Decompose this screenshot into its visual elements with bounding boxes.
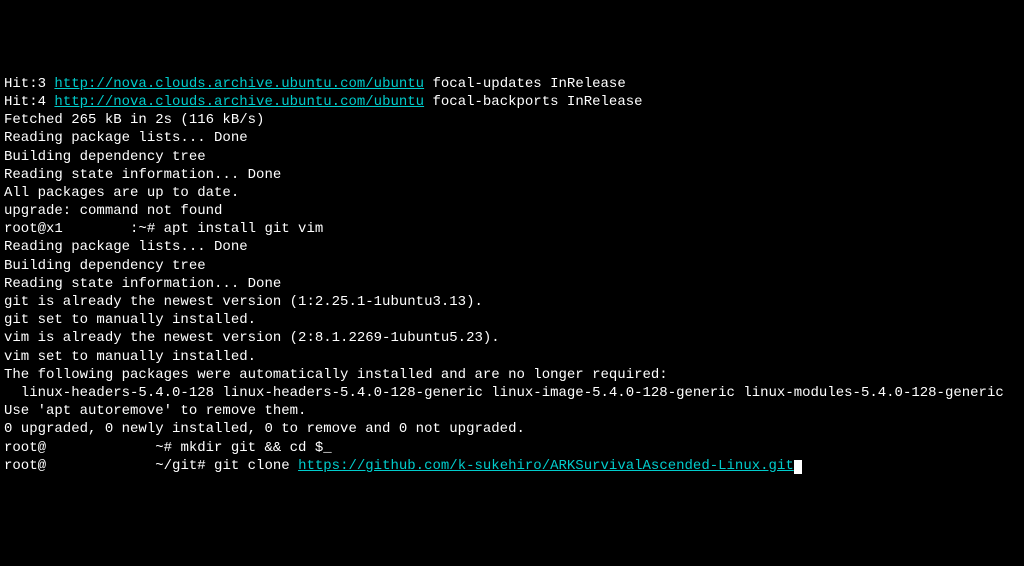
output-line: All packages are up to date. (4, 184, 1020, 202)
prompt-user-host: root@x1 (4, 221, 63, 237)
prompt-user-host: root@ (4, 440, 46, 456)
command-text: :~# apt install git vim (130, 221, 323, 237)
text: Hit:3 (4, 76, 54, 92)
output-line: upgrade: command not found (4, 202, 1020, 220)
output-line: The following packages were automaticall… (4, 366, 1020, 384)
redacted-hostname (46, 457, 155, 475)
output-line: Building dependency tree (4, 257, 1020, 275)
output-line: linux-headers-5.4.0-128 linux-headers-5.… (4, 384, 1020, 402)
output-line: Reading state information... Done (4, 275, 1020, 293)
output-line: 0 upgraded, 0 newly installed, 0 to remo… (4, 420, 1020, 438)
output-line: Hit:3 http://nova.clouds.archive.ubuntu.… (4, 75, 1020, 93)
text: Hit:4 (4, 94, 54, 110)
output-line: Reading package lists... Done (4, 129, 1020, 147)
terminal-output[interactable]: Hit:3 http://nova.clouds.archive.ubuntu.… (4, 75, 1020, 475)
prompt-line: root@ ~# mkdir git && cd $_ (4, 439, 1020, 457)
output-line: Building dependency tree (4, 148, 1020, 166)
text: focal-updates InRelease (424, 76, 626, 92)
prompt-user-host: root@ (4, 458, 46, 474)
output-line: Reading state information... Done (4, 166, 1020, 184)
prompt-line: root@ ~/git# git clone https://github.co… (4, 457, 1020, 475)
text: focal-backports InRelease (424, 94, 642, 110)
repo-url-link[interactable]: http://nova.clouds.archive.ubuntu.com/ub… (54, 94, 424, 110)
output-line: git is already the newest version (1:2.2… (4, 293, 1020, 311)
output-line: vim set to manually installed. (4, 348, 1020, 366)
command-text: ~# mkdir git && cd $_ (155, 440, 331, 456)
output-line: Hit:4 http://nova.clouds.archive.ubuntu.… (4, 93, 1020, 111)
output-line: Reading package lists... Done (4, 238, 1020, 256)
terminal-cursor (794, 460, 802, 474)
redacted-hostname (63, 220, 130, 238)
output-line: vim is already the newest version (2:8.1… (4, 329, 1020, 347)
output-line: Use 'apt autoremove' to remove them. (4, 402, 1020, 420)
command-text: ~/git# git clone (155, 458, 298, 474)
repo-url-link[interactable]: http://nova.clouds.archive.ubuntu.com/ub… (54, 76, 424, 92)
redacted-hostname (46, 439, 155, 457)
git-clone-url-link[interactable]: https://github.com/k-sukehiro/ARKSurviva… (298, 458, 794, 474)
prompt-line: root@x1 :~# apt install git vim (4, 220, 1020, 238)
output-line: Fetched 265 kB in 2s (116 kB/s) (4, 111, 1020, 129)
output-line: git set to manually installed. (4, 311, 1020, 329)
